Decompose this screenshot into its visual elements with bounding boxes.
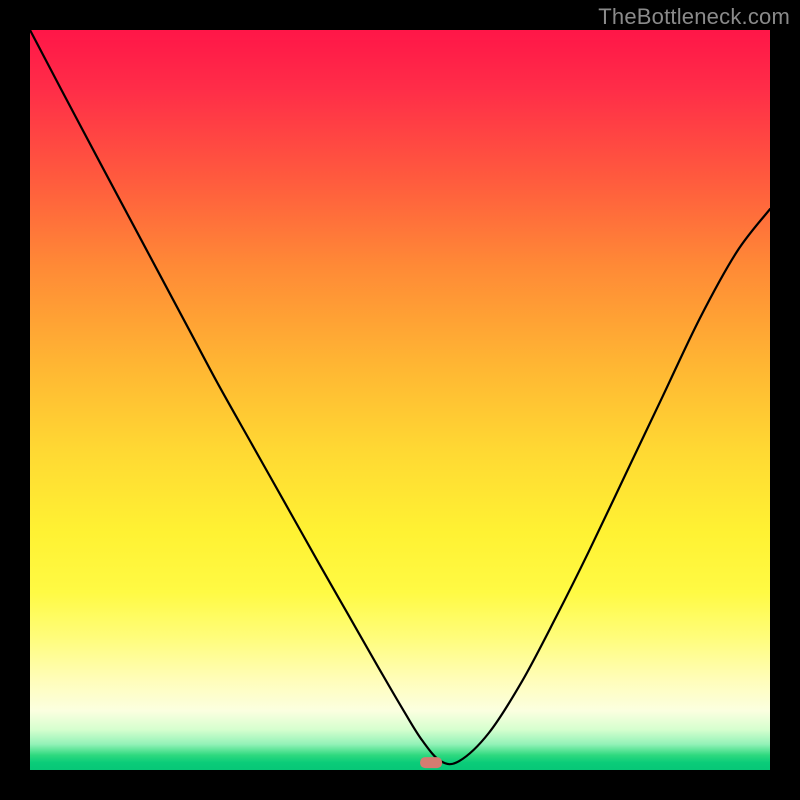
optimal-marker xyxy=(420,757,442,768)
watermark-text: TheBottleneck.com xyxy=(598,4,790,30)
curve-svg xyxy=(30,30,770,770)
chart-stage: TheBottleneck.com xyxy=(0,0,800,800)
plot-area xyxy=(30,30,770,770)
bottleneck-curve xyxy=(30,30,770,764)
